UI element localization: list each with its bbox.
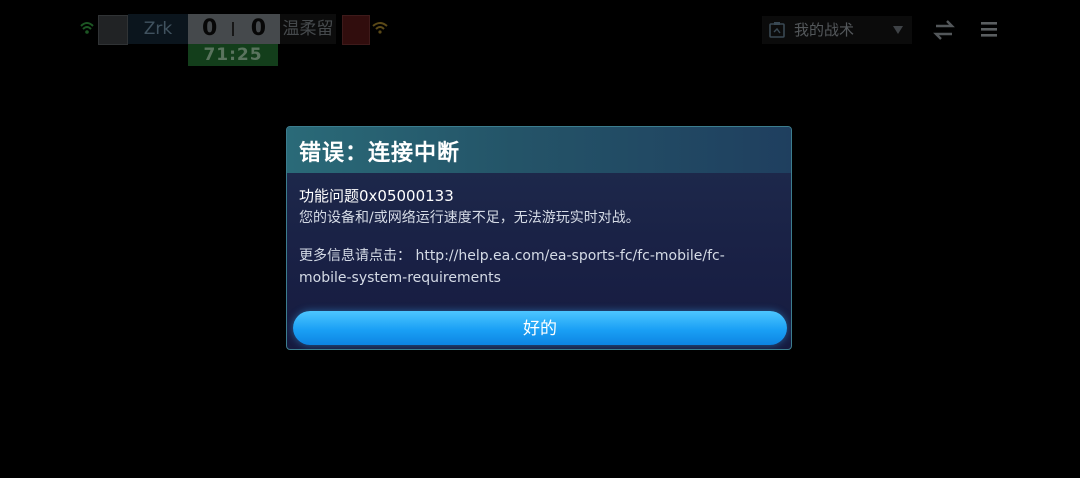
home-score: 0: [202, 16, 218, 41]
scoreboard: Zrk 0 0 温柔留: [128, 14, 372, 44]
match-timer: 71:25: [188, 44, 278, 66]
more-info-text: 更多信息请点击： http://help.ea.com/ea-sports-fc…: [299, 245, 769, 289]
wifi-icon: [80, 22, 94, 34]
tactics-dropdown[interactable]: 我的战术: [762, 16, 912, 44]
dialog-header: 错误：连接中断: [287, 127, 791, 173]
error-dialog: 错误：连接中断 功能问题0x05000133 您的设备和/或网络运行速度不足，无…: [286, 126, 792, 350]
menu-icon[interactable]: [980, 20, 998, 38]
home-team-name: Zrk: [128, 14, 188, 44]
more-info-prefix: 更多信息请点击：: [299, 248, 411, 264]
away-team-crest-icon: [342, 15, 370, 45]
tactics-label: 我的战术: [794, 21, 855, 39]
home-team-crest-icon: [98, 15, 128, 45]
away-team-name: 温柔留: [280, 14, 336, 44]
wifi-icon: [372, 22, 388, 34]
match-hud: Zrk 0 0 温柔留 71:25 我的战术: [0, 0, 1080, 70]
swap-icon[interactable]: [932, 20, 956, 40]
dialog-title: 错误：连接中断: [299, 141, 461, 166]
error-code: 功能问题0x05000133: [299, 187, 454, 205]
error-description: 您的设备和/或网络运行速度不足，无法游玩实时对战。: [299, 210, 640, 226]
score-box: 0 0: [188, 14, 280, 44]
away-score: 0: [250, 16, 266, 41]
tactics-board-icon: [769, 22, 785, 38]
ok-button[interactable]: 好的: [293, 311, 787, 345]
score-divider: [232, 22, 234, 36]
chevron-down-icon: [893, 26, 903, 34]
